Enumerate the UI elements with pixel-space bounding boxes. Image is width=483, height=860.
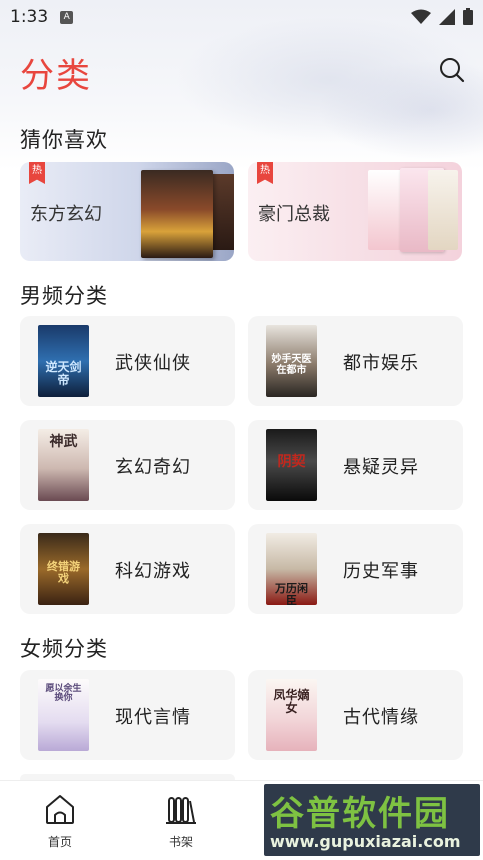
cover-title: 终错游戏 xyxy=(47,560,80,585)
category-label: 古代情缘 xyxy=(343,707,419,728)
book-cover xyxy=(141,170,213,258)
book-cover: 万历闲臣 xyxy=(266,533,317,605)
book-cover: 逆天剑帝 xyxy=(38,325,89,397)
cover-title: 神武 xyxy=(49,434,78,450)
book-cover: 阴契 xyxy=(266,429,317,501)
category-card-wuxia[interactable]: 逆天剑帝 武侠仙侠 xyxy=(20,316,235,406)
hot-badge: 热 xyxy=(257,162,273,184)
nav-bookshelf[interactable]: 书架 xyxy=(151,793,211,850)
section-title-male: 男频分类 xyxy=(20,284,108,308)
category-label: 都市娱乐 xyxy=(343,353,419,374)
banner-label: 东方玄幻 xyxy=(30,204,102,225)
watermark-logo: 谷普软件园 www.gupuxiazai.com xyxy=(264,784,480,856)
category-card-history[interactable]: 万历闲臣 历史军事 xyxy=(248,524,463,614)
signal-icon xyxy=(439,8,455,25)
nav-label: 书架 xyxy=(168,835,193,849)
page-title: 分类 xyxy=(20,56,92,96)
search-icon[interactable] xyxy=(438,56,466,84)
cover-title: 愿以余生换你 xyxy=(45,684,82,704)
cover-title: 阴契 xyxy=(277,454,306,470)
battery-icon xyxy=(463,8,473,25)
category-label: 历史军事 xyxy=(343,561,419,582)
book-cover: 愿以余生换你 xyxy=(38,679,89,751)
category-card-ancient-romance[interactable]: 凤华嫡女 古代情缘 xyxy=(248,670,463,760)
section-title-guess: 猜你喜欢 xyxy=(20,128,108,152)
banner-eastern-fantasy[interactable]: 热 东方玄幻 xyxy=(20,162,234,261)
watermark-url: www.gupuxiazai.com xyxy=(270,832,461,851)
cover-title: 凤华嫡女 xyxy=(273,688,310,715)
category-label: 玄幻奇幻 xyxy=(115,457,191,478)
wifi-icon xyxy=(411,9,431,24)
cover-title: 逆天剑帝 xyxy=(45,360,82,387)
category-label: 悬疑灵异 xyxy=(343,457,419,478)
category-label: 科幻游戏 xyxy=(115,561,191,582)
banner-label: 豪门总裁 xyxy=(258,204,330,225)
book-cover xyxy=(428,170,458,250)
status-bar: 1:33 A xyxy=(0,0,483,34)
category-card-fantasy[interactable]: 神武 玄幻奇幻 xyxy=(20,420,235,510)
status-time: 1:33 xyxy=(10,7,49,27)
category-card-suspense[interactable]: 阴契 悬疑灵异 xyxy=(248,420,463,510)
category-card-urban[interactable]: 妙手天医在都市 都市娱乐 xyxy=(248,316,463,406)
category-label: 现代言情 xyxy=(115,707,191,728)
cover-title: 万历闲臣 xyxy=(275,582,308,605)
watermark-title: 谷普软件园 xyxy=(270,794,450,834)
nav-label: 首页 xyxy=(47,835,72,849)
notification-icon: A xyxy=(60,10,74,24)
cover-title: 妙手天医在都市 xyxy=(271,354,312,376)
bookshelf-icon xyxy=(166,797,196,824)
category-card-modern-romance[interactable]: 愿以余生换你 现代言情 xyxy=(20,670,235,760)
hot-badge: 热 xyxy=(29,162,45,184)
book-cover: 神武 xyxy=(38,429,89,501)
banner-ceo-romance[interactable]: 热 豪门总裁 xyxy=(248,162,462,261)
category-label: 武侠仙侠 xyxy=(115,353,191,374)
category-card-scifi[interactable]: 终错游戏 科幻游戏 xyxy=(20,524,235,614)
book-cover: 终错游戏 xyxy=(38,533,89,605)
book-cover: 凤华嫡女 xyxy=(266,679,317,751)
book-cover: 妙手天医在都市 xyxy=(266,325,317,397)
nav-home[interactable]: 首页 xyxy=(30,793,90,850)
section-title-female: 女频分类 xyxy=(20,637,108,661)
home-icon xyxy=(46,795,74,824)
